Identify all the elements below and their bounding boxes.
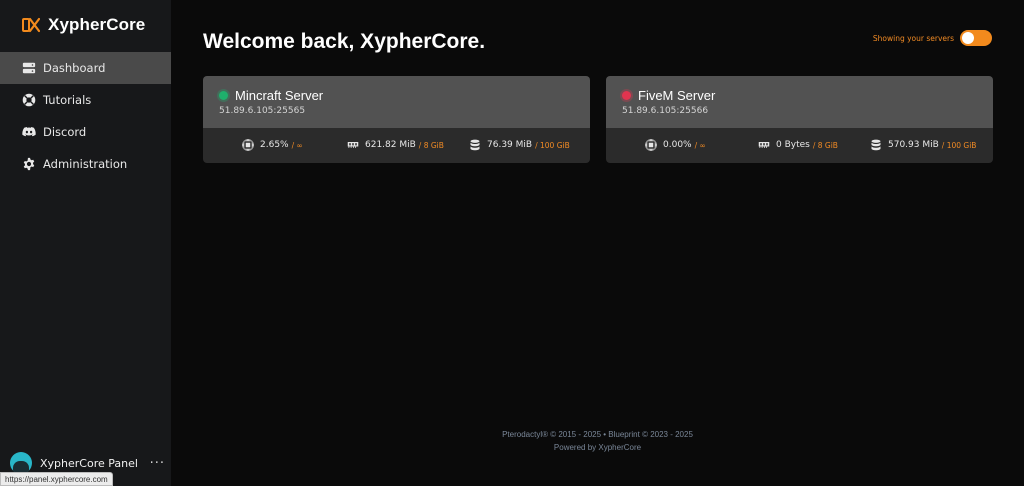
server-stack-icon: [22, 61, 36, 75]
link-preview-url: https://panel.xyphercore.com: [0, 472, 113, 486]
gear-icon: [22, 157, 36, 171]
brand[interactable]: XypherCore: [22, 14, 145, 36]
account-name: XypherCore Panel: [40, 456, 138, 470]
server-stats: 2.65% / ∞ 621.82 MiB / 8 GiB 76.39 MiB /…: [203, 128, 590, 163]
memory-value: 621.82 MiB: [365, 140, 416, 150]
disk-limit: / 100 GiB: [941, 140, 977, 150]
account-menu[interactable]: XypherCore Panel ···: [10, 452, 165, 474]
avatar: [10, 452, 32, 474]
toggle-knob: [962, 32, 974, 44]
database-icon: [871, 139, 881, 151]
cpu-value: 2.65%: [260, 140, 289, 150]
disk-limit: / 100 GiB: [535, 140, 570, 150]
status-indicator-offline: [622, 91, 631, 100]
server-card-header: Mincraft Server 51.89.6.105:25565: [203, 76, 590, 128]
cpu-icon: [645, 139, 657, 151]
sidebar: XypherCore Dashboard Tutorials Discord A…: [0, 0, 171, 486]
memory-value: 0 Bytes: [776, 140, 810, 150]
cpu-value: 0.00%: [663, 140, 692, 150]
xc-logo-icon: [22, 17, 40, 33]
memory-icon: [347, 142, 359, 148]
database-icon: [470, 139, 480, 151]
server-card-header: FiveM Server 51.89.6.105:25566: [606, 76, 993, 128]
cpu-stat: 2.65% / ∞: [242, 139, 303, 151]
lifebuoy-icon: [22, 93, 36, 107]
sidebar-item-administration[interactable]: Administration: [0, 148, 171, 180]
disk-stat: 570.93 MiB / 100 GiB: [870, 139, 976, 151]
server-card[interactable]: FiveM Server 51.89.6.105:25566 0.00% / ∞…: [606, 76, 993, 163]
memory-limit: / 8 GiB: [418, 140, 444, 150]
server-address: 51.89.6.105:25566: [622, 106, 709, 116]
server-filter-toggle-group: Showing your servers: [873, 30, 992, 46]
cpu-stat: 0.00% / ∞: [645, 139, 706, 151]
footer-powered-by: Powered by XypherCore: [553, 443, 642, 452]
sidebar-item-label: Discord: [43, 125, 87, 139]
memory-limit: / 8 GiB: [812, 140, 838, 150]
sidebar-item-discord[interactable]: Discord: [0, 116, 171, 148]
discord-icon: [22, 125, 36, 139]
sidebar-item-dashboard[interactable]: Dashboard: [0, 52, 171, 84]
disk-stat: 76.39 MiB / 100 GiB: [469, 139, 570, 151]
memory-icon: [758, 142, 770, 148]
sidebar-item-tutorials[interactable]: Tutorials: [0, 84, 171, 116]
cpu-limit: / ∞: [694, 140, 706, 150]
memory-stat: 0 Bytes / 8 GiB: [758, 139, 838, 151]
sidebar-item-label: Administration: [43, 157, 128, 171]
server-address: 51.89.6.105:25565: [219, 106, 306, 116]
toggle-label: Showing your servers: [872, 33, 954, 43]
server-stats: 0.00% / ∞ 0 Bytes / 8 GiB 570.93 MiB / 1…: [606, 128, 993, 163]
server-card[interactable]: Mincraft Server 51.89.6.105:25565 2.65% …: [203, 76, 590, 163]
footer-copyright: Pterodactyl® © 2015 - 2025 • Blueprint ©…: [502, 430, 693, 439]
page-title: Welcome back, XypherCore.: [203, 30, 486, 53]
more-options-button[interactable]: ···: [150, 456, 165, 471]
sidebar-item-label: Tutorials: [43, 93, 92, 107]
sidebar-item-label: Dashboard: [43, 61, 106, 75]
brand-name: XypherCore: [48, 15, 146, 34]
server-name: FiveM Server: [638, 88, 716, 103]
footer: Pterodactyl® © 2015 - 2025 • Blueprint ©…: [171, 428, 1024, 454]
status-indicator-online: [219, 91, 228, 100]
cpu-limit: / ∞: [291, 140, 303, 150]
show-own-servers-toggle[interactable]: [960, 30, 992, 46]
cpu-icon: [242, 139, 254, 151]
disk-value: 76.39 MiB: [487, 140, 533, 150]
server-name: Mincraft Server: [235, 88, 324, 103]
sidebar-nav: Dashboard Tutorials Discord Administrati…: [0, 52, 171, 180]
memory-stat: 621.82 MiB / 8 GiB: [347, 139, 444, 151]
disk-value: 570.93 MiB: [888, 140, 939, 150]
